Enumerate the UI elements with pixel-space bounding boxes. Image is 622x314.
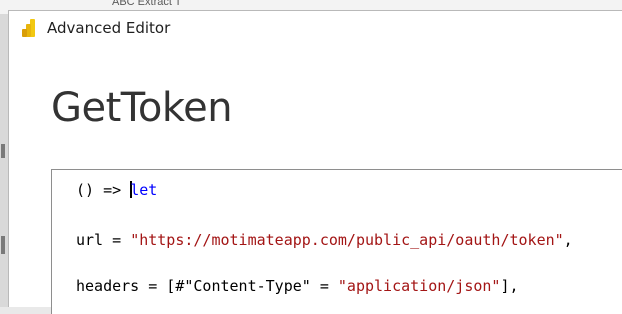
code-line-3-prefix: headers = [#"Content-Type" = xyxy=(76,277,338,295)
code-line-1[interactable]: () => let xyxy=(76,180,157,200)
background-tab-text: ABC Extract T xyxy=(112,0,182,8)
code-line-2-string: "https://motimateapp.com/public_api/oaut… xyxy=(130,231,564,249)
query-name-heading: GetToken xyxy=(51,85,233,131)
background-left-mark xyxy=(1,236,5,254)
code-line-3-suffix: ], xyxy=(500,277,519,295)
code-line-2-suffix: , xyxy=(563,231,573,249)
code-line-2[interactable]: url = "https://motimateapp.com/public_ap… xyxy=(76,230,573,250)
advanced-editor-window: Advanced Editor GetToken () => let url =… xyxy=(8,10,622,314)
window-title: Advanced Editor xyxy=(47,19,171,37)
background-left-panel xyxy=(0,14,8,307)
code-line-1-keyword: let xyxy=(130,181,158,199)
power-bi-logo-icon xyxy=(22,19,35,37)
title-bar[interactable]: Advanced Editor xyxy=(9,11,622,45)
editor-gutter xyxy=(52,170,60,314)
code-line-1-prefix: () => xyxy=(76,181,131,199)
code-line-2-prefix: url = xyxy=(76,231,131,249)
code-line-3[interactable]: headers = [#"Content-Type" = "applicatio… xyxy=(76,276,519,296)
code-editor[interactable]: () => let url = "https://motimateapp.com… xyxy=(51,169,622,314)
code-line-3-string: "application/json" xyxy=(337,277,501,295)
background-left-mark xyxy=(1,144,5,158)
